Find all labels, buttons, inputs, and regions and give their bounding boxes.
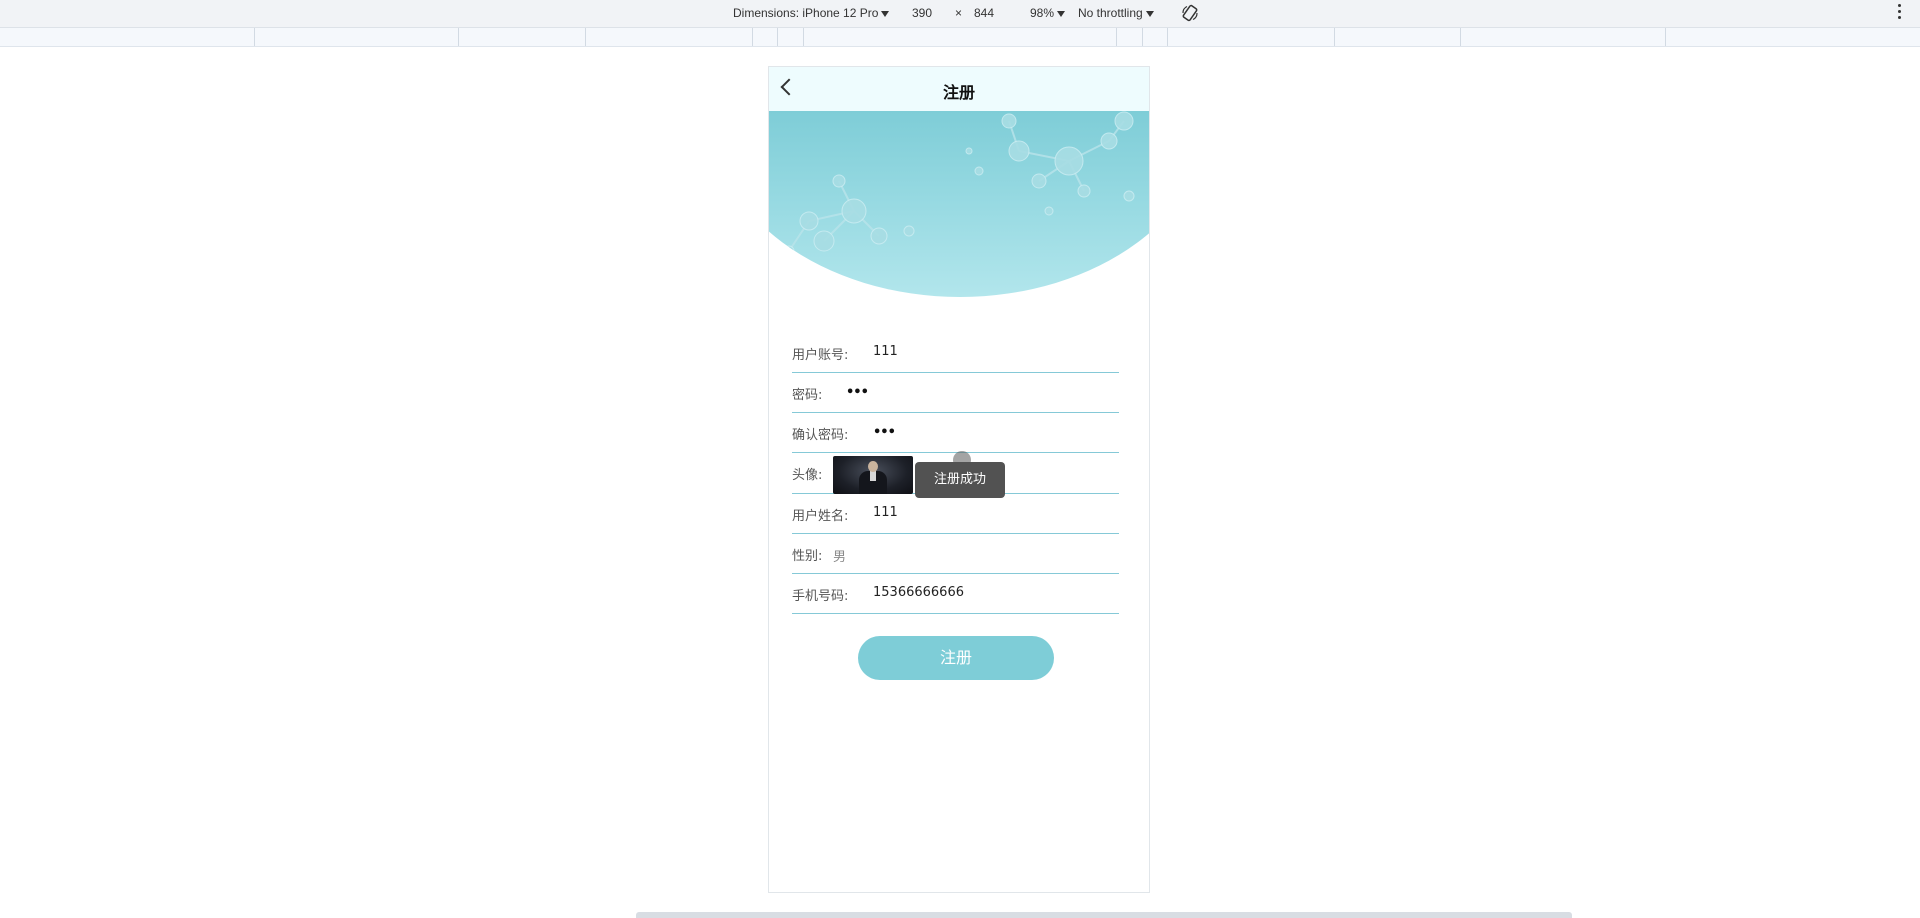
header-banner	[769, 111, 1149, 297]
molecule-pattern	[783, 111, 1135, 257]
phone-label: 手机号码:	[792, 589, 849, 604]
height-input[interactable]: 844	[974, 6, 994, 20]
name-input[interactable]: 111	[873, 505, 898, 520]
account-input[interactable]: 111	[873, 344, 898, 359]
avatar-image[interactable]	[833, 456, 913, 494]
gender-label: 性别:	[792, 549, 823, 564]
name-label: 用户姓名:	[792, 509, 849, 524]
phone-input[interactable]: 15366666666	[873, 585, 964, 600]
password-input[interactable]: •••	[846, 385, 869, 400]
media-query-ruler	[0, 28, 1920, 47]
gender-picker[interactable]: 男	[833, 546, 846, 565]
device-select[interactable]: Dimensions: iPhone 12 Pro	[733, 6, 890, 20]
nav-bar: 注册	[769, 67, 1149, 111]
throttling-select[interactable]: No throttling	[1078, 6, 1154, 20]
more-options-icon[interactable]	[1898, 4, 1902, 22]
chevron-down-icon	[1145, 10, 1154, 17]
success-toast: 注册成功	[915, 462, 1005, 498]
confirm-password-row: 确认密码: •••	[792, 413, 1119, 453]
account-row: 用户账号: 111	[792, 333, 1119, 373]
chevron-down-icon	[881, 10, 890, 17]
page-title: 注册	[942, 83, 975, 102]
devtools-toolbar: Dimensions: iPhone 12 Pro 390 × 844 98% …	[0, 0, 1920, 28]
throttling-select-label: No throttling	[1078, 6, 1143, 20]
rotate-icon[interactable]	[1181, 4, 1199, 22]
width-input[interactable]: 390	[912, 6, 932, 20]
times-sign: ×	[955, 6, 963, 20]
register-button[interactable]: 注册	[858, 636, 1054, 680]
phone-row: 手机号码: 15366666666	[792, 574, 1119, 614]
gender-row: 性别: 男	[792, 534, 1119, 574]
avatar-label: 头像:	[792, 468, 823, 483]
account-label: 用户账号:	[792, 348, 849, 363]
bottom-scrollbar[interactable]	[636, 912, 1572, 918]
device-select-label: Dimensions: iPhone 12 Pro	[733, 6, 879, 20]
name-row: 用户姓名: 111	[792, 494, 1119, 534]
password-row: 密码: •••	[792, 373, 1119, 413]
zoom-select[interactable]: 98%	[1030, 6, 1066, 20]
zoom-select-label: 98%	[1030, 6, 1055, 20]
password-label: 密码:	[792, 388, 823, 403]
confirm-password-label: 确认密码:	[792, 428, 849, 443]
chevron-down-icon	[1057, 10, 1066, 17]
confirm-password-input[interactable]: •••	[873, 425, 896, 440]
